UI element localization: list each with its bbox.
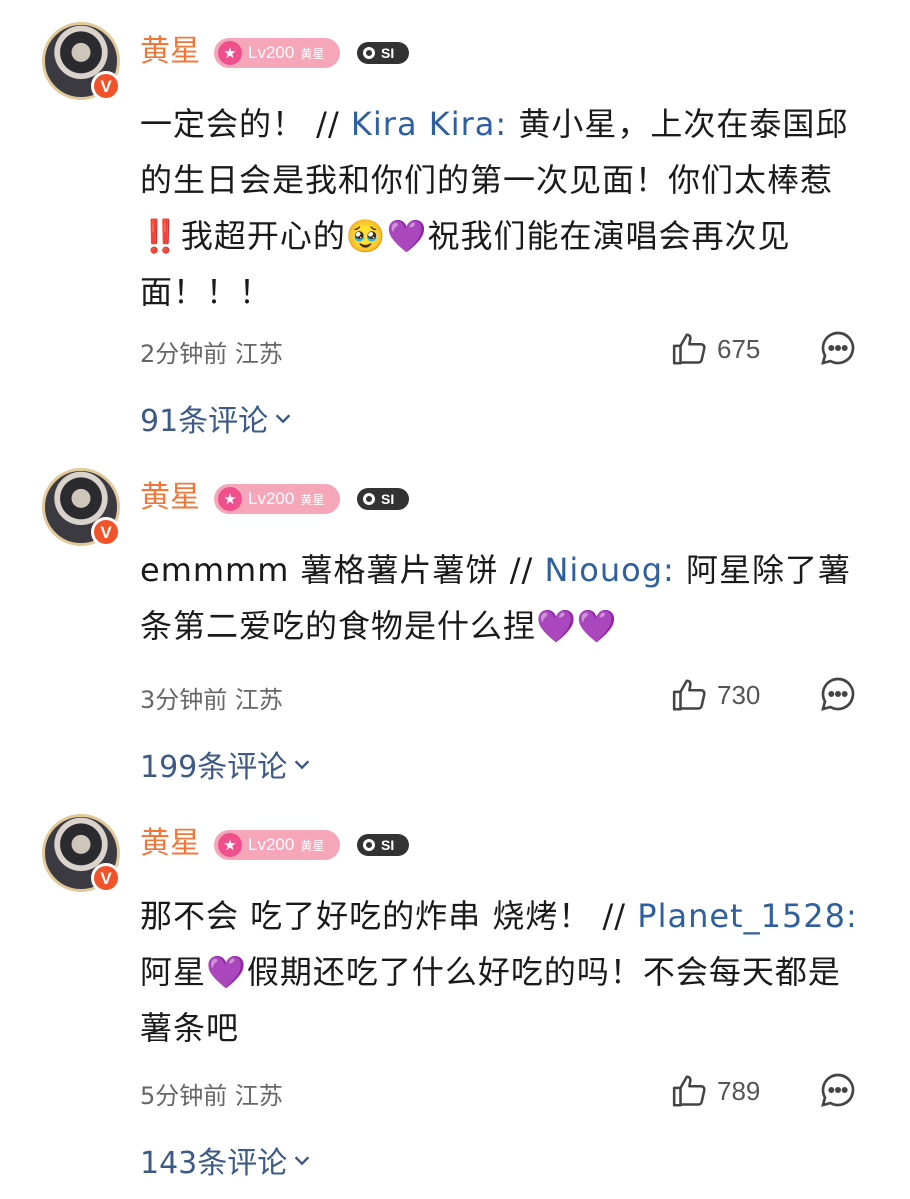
comment-item: V 黄星 ★ Lv200 黄星 SI 那不会 吃了好吃的炸串 烧烤！ // Pl…	[0, 814, 910, 1194]
mention-link[interactable]: Kira Kira:	[351, 105, 507, 143]
chat-bubble-icon	[821, 1073, 855, 1107]
avatar[interactable]: V	[42, 22, 121, 101]
star-icon: ★	[218, 487, 242, 511]
timestamp: 2分钟前	[140, 340, 228, 368]
reply-button[interactable]	[818, 674, 858, 718]
mention-link[interactable]: Planet_1528:	[637, 897, 858, 935]
level-name: 黄星	[300, 838, 325, 853]
comment-item: V 黄星 ★ Lv200 黄星 SI emmmm 薯格薯片薯饼 // Niouo…	[0, 468, 910, 798]
comment-feed: V 黄星 ★ Lv200 黄星 SI 一定会的！ // Kira Kira: 黄…	[0, 0, 910, 1199]
thumbs-up-icon	[672, 333, 706, 365]
chevron-down-icon	[295, 1156, 310, 1166]
comment-body: 一定会的！ //	[140, 105, 351, 143]
purple-heart-emoji: 💜	[206, 953, 247, 991]
like-button[interactable]: 675	[671, 330, 760, 368]
ring-icon	[363, 493, 375, 505]
comment-meta: 5分钟前 江苏	[140, 1076, 283, 1111]
level-badge: ★ Lv200 黄星	[214, 830, 340, 860]
si-badge-text: SI	[381, 491, 395, 507]
verified-badge: V	[91, 71, 121, 101]
teary-face-emoji: 🥹	[345, 217, 387, 255]
chevron-down-icon	[275, 414, 291, 424]
comment-body: emmmm 薯格薯片薯饼 //	[140, 551, 545, 589]
level-badge: ★ Lv200 黄星	[214, 38, 340, 68]
comment-body: 我超开心的	[180, 217, 346, 255]
comment-body: 阿星	[140, 953, 207, 991]
view-replies-button[interactable]: 199条评论	[140, 742, 313, 786]
thumbs-up-icon	[672, 1075, 706, 1107]
thumbs-up-icon	[672, 679, 706, 711]
location: 江苏	[234, 1082, 283, 1110]
chat-bubble-icon	[821, 331, 855, 365]
si-badge: SI	[357, 488, 409, 510]
username[interactable]: 黄星	[140, 824, 200, 864]
si-badge-text: SI	[381, 45, 395, 61]
star-icon: ★	[218, 833, 242, 857]
mention-link[interactable]: Niouog:	[544, 551, 674, 589]
level-name: 黄星	[300, 492, 325, 507]
comment-meta: 2分钟前 江苏	[140, 334, 283, 369]
purple-heart-emoji: 💜	[386, 217, 428, 255]
comment-text: 那不会 吃了好吃的炸串 烧烤！ // Planet_1528: 阿星💜假期还吃了…	[140, 888, 860, 1056]
purple-heart-emoji: 💜💜	[536, 607, 618, 645]
comment-meta: 3分钟前 江苏	[140, 680, 283, 715]
level-name: 黄星	[300, 46, 325, 61]
comment-item: V 黄星 ★ Lv200 黄星 SI 一定会的！ // Kira Kira: 黄…	[0, 22, 910, 452]
avatar[interactable]: V	[42, 468, 121, 547]
replies-label: 91条评论	[140, 404, 269, 439]
like-button[interactable]: 730	[671, 676, 760, 714]
reply-button[interactable]	[818, 1070, 858, 1114]
replies-label: 143条评论	[140, 1146, 288, 1181]
level-text: Lv200	[248, 835, 295, 854]
level-text: Lv200	[248, 489, 295, 508]
ring-icon	[363, 47, 375, 59]
location: 江苏	[234, 686, 283, 714]
like-count: 675	[717, 333, 761, 364]
location: 江苏	[234, 340, 283, 368]
username[interactable]: 黄星	[140, 478, 200, 518]
comment-text: emmmm 薯格薯片薯饼 // Niouog: 阿星除了薯条第二爱吃的食物是什么…	[140, 542, 860, 654]
verified-badge: V	[91, 863, 121, 893]
avatar[interactable]: V	[42, 814, 121, 893]
si-badge: SI	[357, 834, 409, 856]
view-replies-button[interactable]: 91条评论	[140, 396, 294, 440]
like-count: 789	[717, 1075, 761, 1106]
chat-bubble-icon	[821, 677, 855, 711]
replies-label: 199条评论	[140, 750, 288, 785]
star-icon: ★	[218, 41, 242, 65]
ring-icon	[363, 839, 375, 851]
double-exclamation-emoji: ‼️	[140, 217, 181, 255]
timestamp: 3分钟前	[140, 686, 228, 714]
chevron-down-icon	[295, 760, 310, 770]
verified-badge: V	[91, 517, 121, 547]
view-replies-button[interactable]: 143条评论	[140, 1138, 313, 1182]
si-badge: SI	[357, 42, 409, 64]
level-text: Lv200	[248, 43, 295, 62]
username[interactable]: 黄星	[140, 32, 200, 72]
si-badge-text: SI	[381, 837, 395, 853]
level-badge: ★ Lv200 黄星	[214, 484, 340, 514]
comment-body: 那不会 吃了好吃的炸串 烧烤！ //	[140, 897, 638, 935]
like-button[interactable]: 789	[671, 1072, 760, 1110]
timestamp: 5分钟前	[140, 1082, 228, 1110]
like-count: 730	[717, 679, 761, 710]
comment-text: 一定会的！ // Kira Kira: 黄小星，上次在泰国邱的生日会是我和你们的…	[140, 96, 860, 320]
reply-button[interactable]	[818, 328, 858, 372]
